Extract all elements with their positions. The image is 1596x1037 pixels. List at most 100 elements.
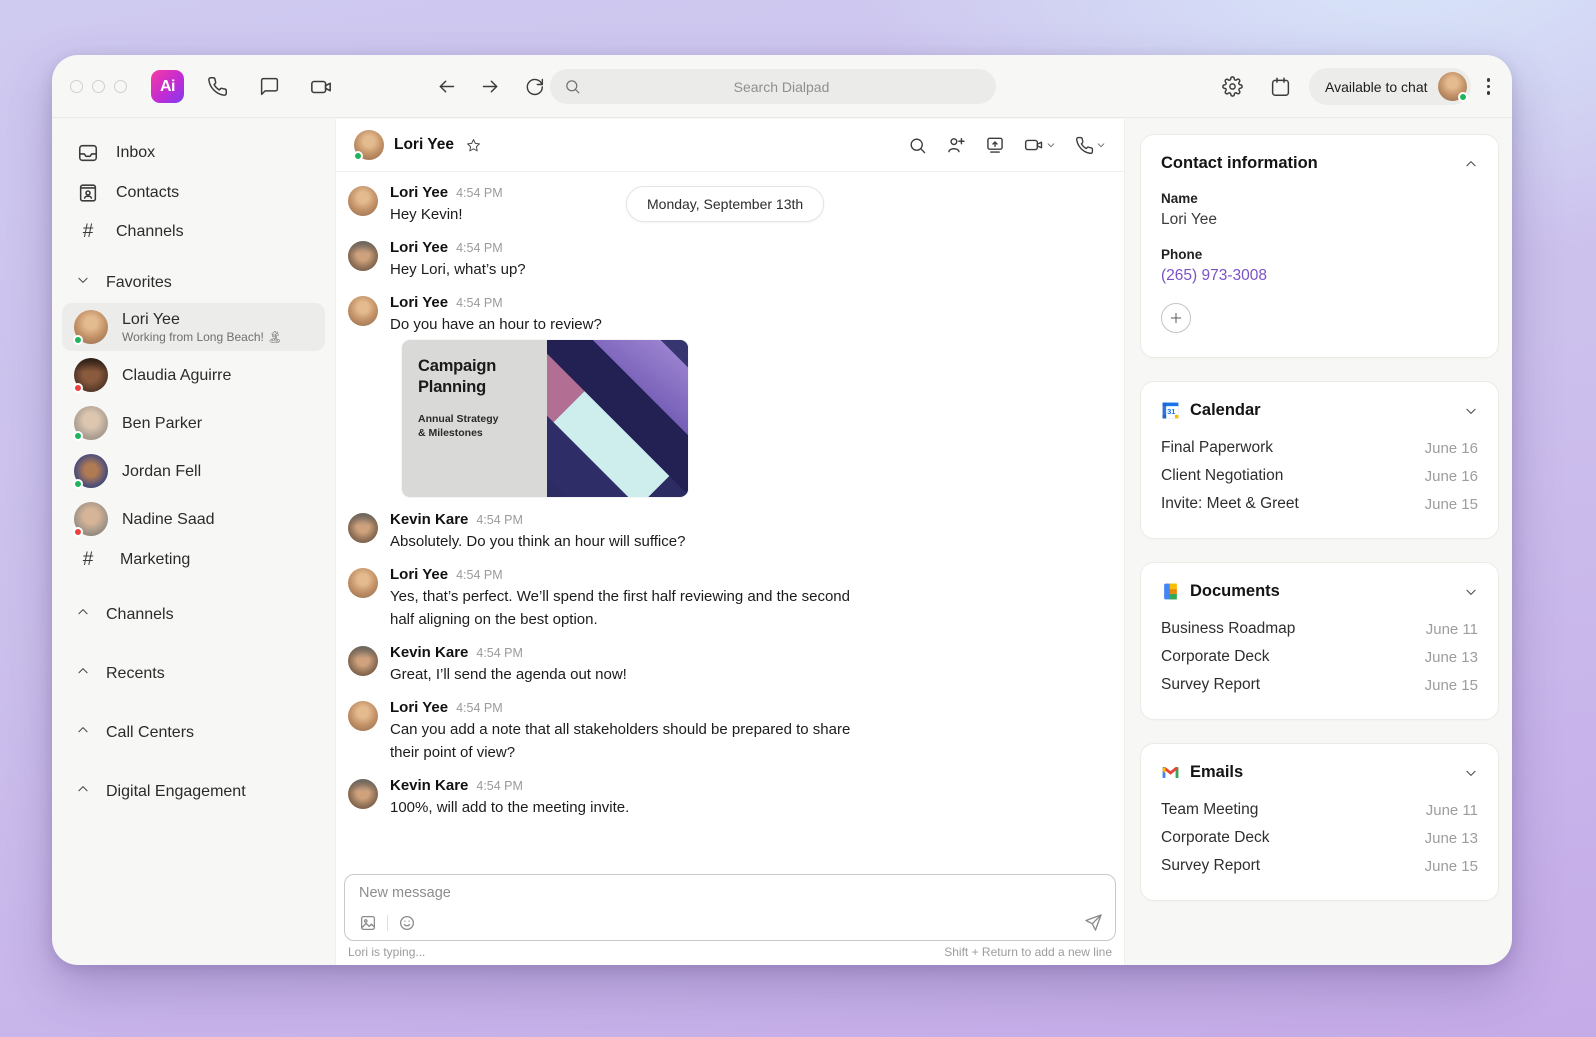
- message-time: 4:54 PM: [476, 779, 523, 793]
- message-text: Hey Kevin!: [390, 206, 463, 223]
- message-input[interactable]: [359, 885, 1103, 901]
- message-time: 4:54 PM: [456, 186, 503, 200]
- emoji-button[interactable]: [398, 914, 416, 932]
- avatar: [348, 186, 378, 216]
- sidebar-favorite-nadine-saad[interactable]: Nadine Saad: [62, 495, 325, 543]
- chat-message: Lori Yee 4:54 PM Yes, that’s perfect. We…: [348, 566, 1106, 631]
- image-attachment[interactable]: Campaign Planning Annual Strategy & Mile…: [402, 340, 688, 497]
- expand-card-button[interactable]: [1464, 404, 1478, 418]
- meetings-tab-button[interactable]: [302, 68, 340, 106]
- send-icon: [1085, 914, 1102, 931]
- attach-image-button[interactable]: [359, 914, 377, 932]
- chat-message: Lori Yee 4:54 PM Can you add a note that…: [348, 699, 1106, 764]
- contact-phone-link[interactable]: (265) 973-3008: [1161, 267, 1478, 285]
- add-contact-field-button[interactable]: [1161, 303, 1191, 333]
- avatar: [348, 779, 378, 809]
- add-person-button[interactable]: [946, 135, 966, 155]
- digital-engagement-section-header[interactable]: Digital Engagement: [62, 771, 325, 812]
- email-item[interactable]: Corporate Deck June 13: [1161, 824, 1478, 852]
- sidebar-favorite-ben-parker[interactable]: Ben Parker: [62, 399, 325, 447]
- presence-dot: [73, 383, 83, 393]
- chevron-down-icon: [78, 277, 88, 283]
- chat-message: Kevin Kare 4:54 PM Absolutely. Do you th…: [348, 511, 1106, 553]
- message-time: 4:54 PM: [456, 568, 503, 582]
- calls-tab-button[interactable]: [198, 68, 236, 106]
- recents-section-header[interactable]: Recents: [62, 653, 325, 694]
- date-separator: Monday, September 13th: [626, 186, 825, 222]
- sidebar-item-contacts[interactable]: Contacts: [62, 173, 325, 213]
- document-item[interactable]: Business Roadmap June 11: [1161, 615, 1478, 643]
- calendar-button[interactable]: [1261, 68, 1299, 106]
- divider: [387, 914, 388, 931]
- card-title: Emails: [1190, 763, 1244, 781]
- hash-icon: #: [82, 221, 94, 242]
- call-button[interactable]: [1075, 136, 1106, 155]
- chevron-up-icon: [78, 727, 88, 733]
- search-in-conversation-button[interactable]: [908, 136, 927, 155]
- back-button[interactable]: [427, 68, 465, 106]
- document-item[interactable]: Corporate Deck June 13: [1161, 643, 1478, 671]
- email-item[interactable]: Team Meeting June 11: [1161, 796, 1478, 824]
- calendar-card: 31 Calendar Final Paperwork June 16 Clie…: [1140, 381, 1499, 539]
- send-button[interactable]: [1084, 913, 1103, 932]
- message-time: 4:54 PM: [456, 241, 503, 255]
- message-composer[interactable]: [344, 874, 1116, 941]
- global-search: [550, 69, 996, 104]
- chevron-up-icon: [78, 786, 88, 792]
- messages-tab-button[interactable]: [250, 68, 288, 106]
- avatar: [348, 646, 378, 676]
- availability-menu[interactable]: Available to chat: [1309, 68, 1471, 105]
- message-text: Absolutely. Do you think an hour will su…: [390, 533, 686, 550]
- chat-bubble-icon: [260, 77, 278, 96]
- hash-icon: #: [82, 549, 94, 570]
- person-add-icon: [948, 138, 965, 153]
- expand-card-button[interactable]: [1464, 766, 1478, 780]
- calendar-icon: [1271, 77, 1289, 96]
- avatar: [348, 701, 378, 731]
- overflow-menu-button[interactable]: [1481, 72, 1497, 101]
- chat-message: Kevin Kare 4:54 PM 100%, will add to the…: [348, 777, 1106, 819]
- sidebar-item-channels[interactable]: # Channels: [62, 213, 325, 250]
- sidebar-favorite-jordan-fell[interactable]: Jordan Fell: [62, 447, 325, 495]
- refresh-button[interactable]: [515, 68, 553, 106]
- forward-button[interactable]: [471, 68, 509, 106]
- presence-dot: [353, 151, 363, 161]
- document-item[interactable]: Survey Report June 15: [1161, 671, 1478, 699]
- search-input[interactable]: [581, 78, 982, 95]
- zoom-window-button[interactable]: [114, 80, 127, 93]
- name-label: Name: [1161, 191, 1198, 206]
- minimize-window-button[interactable]: [92, 80, 105, 93]
- calendar-item[interactable]: Final Paperwork June 16: [1161, 434, 1478, 462]
- chevron-down-icon: [1466, 408, 1476, 414]
- message-text: Can you add a note that all stakeholders…: [390, 721, 851, 761]
- settings-button[interactable]: [1213, 68, 1251, 106]
- favorite-star-button[interactable]: [466, 138, 481, 153]
- sidebar-favorite-claudia-aguirre[interactable]: Claudia Aguirre: [62, 351, 325, 399]
- collapse-card-button[interactable]: [1464, 157, 1478, 171]
- search-icon: [910, 137, 926, 153]
- call-centers-section-header[interactable]: Call Centers: [62, 712, 325, 753]
- sidebar-favorite-marketing[interactable]: # Marketing: [62, 543, 325, 576]
- avatar: [348, 241, 378, 271]
- video-call-button[interactable]: [1024, 135, 1056, 155]
- attachment-artwork: [438, 340, 688, 497]
- message-text: Great, I’ll send the agenda out now!: [390, 666, 627, 683]
- avatar: [348, 296, 378, 326]
- calendar-item[interactable]: Invite: Meet & Greet June 15: [1161, 490, 1478, 518]
- calendar-item[interactable]: Client Negotiation June 16: [1161, 462, 1478, 490]
- contact-card-icon: [79, 184, 97, 202]
- channels-section-header[interactable]: Channels: [62, 594, 325, 635]
- phone-icon: [1076, 136, 1094, 154]
- presence-dot: [73, 335, 83, 345]
- close-window-button[interactable]: [70, 80, 83, 93]
- sidebar-item-inbox[interactable]: Inbox: [62, 133, 325, 173]
- sidebar-favorite-lori-yee[interactable]: Lori Yee Working from Long Beach! 🏝: [62, 303, 325, 351]
- image-icon: [360, 915, 376, 930]
- expand-card-button[interactable]: [1464, 585, 1478, 599]
- attachment-cover-text: Campaign Planning Annual Strategy & Mile…: [402, 340, 547, 497]
- share-screen-button[interactable]: [985, 135, 1005, 155]
- chat-header: Lori Yee: [336, 119, 1124, 172]
- favorites-section-header[interactable]: Favorites: [62, 262, 325, 303]
- phone-icon: [207, 77, 227, 96]
- email-item[interactable]: Survey Report June 15: [1161, 852, 1478, 880]
